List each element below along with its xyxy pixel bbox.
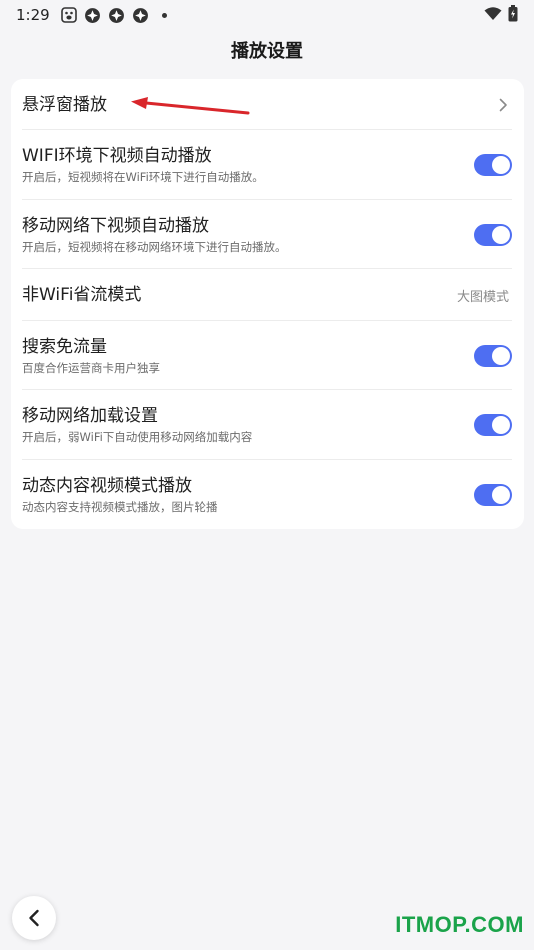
setting-row-mobile-loading: 移动网络加载设置 开启后，弱WiFi下自动使用移动网络加载内容 xyxy=(11,390,524,460)
screen: 1:29 播放设置 悬浮窗播放 WIFI环境下视频自动播放 开启后，短视频将在W… xyxy=(0,0,534,950)
setting-title: WIFI环境下视频自动播放 xyxy=(22,146,212,166)
dynamic-video-toggle[interactable] xyxy=(474,483,512,506)
toggle-knob xyxy=(492,225,510,244)
setting-subtitle: 开启后，短视频将在WiFi环境下进行自动播放。 xyxy=(22,170,264,184)
setting-title: 移动网络下视频自动播放 xyxy=(22,215,209,236)
app-icon xyxy=(84,6,102,24)
toggle-knob xyxy=(492,416,510,434)
toggle-knob xyxy=(492,156,510,174)
setting-title: 移动网络加载设置 xyxy=(22,406,158,426)
setting-row-data-saver[interactable]: 非WiFi省流模式 大图模式 xyxy=(11,269,524,321)
annotation-arrow-icon xyxy=(131,97,250,115)
toggle-knob xyxy=(492,346,510,365)
setting-title: 动态内容视频模式播放 xyxy=(22,475,192,496)
battery-icon xyxy=(508,5,518,26)
toggle-knob xyxy=(492,485,510,504)
chevron-right-icon xyxy=(496,98,510,112)
wifi-icon xyxy=(484,6,502,25)
search-free-data-toggle[interactable] xyxy=(474,344,512,367)
setting-row-mobile-autoplay: 移动网络下视频自动播放 开启后，短视频将在移动网络环境下进行自动播放。 xyxy=(11,200,524,269)
app-icon xyxy=(108,6,126,24)
setting-row-search-free-data: 搜索免流量 百度合作运营商卡用户独享 xyxy=(11,321,524,390)
settings-card: 悬浮窗播放 WIFI环境下视频自动播放 开启后，短视频将在WiFi环境下进行自动… xyxy=(11,79,524,529)
wifi-autoplay-toggle[interactable] xyxy=(474,154,512,176)
back-button[interactable] xyxy=(12,896,56,940)
setting-row-floating-window[interactable]: 悬浮窗播放 xyxy=(11,79,524,130)
setting-title: 搜索免流量 xyxy=(22,336,107,357)
watermark-text: ITMOP.COM xyxy=(395,912,524,937)
notification-dot-icon xyxy=(161,12,167,18)
baidu-paw-icon xyxy=(60,6,78,24)
setting-subtitle: 百度合作运营商卡用户独享 xyxy=(22,360,160,375)
setting-title: 悬浮窗播放 xyxy=(22,94,107,115)
setting-title: 非WiFi省流模式 xyxy=(22,285,142,305)
setting-subtitle: 开启后，弱WiFi下自动使用移动网络加载内容 xyxy=(22,430,253,444)
mobile-loading-toggle[interactable] xyxy=(474,414,512,436)
app-icon xyxy=(132,6,150,24)
mobile-autoplay-toggle[interactable] xyxy=(474,223,512,246)
setting-subtitle: 动态内容支持视频模式播放，图片轮播 xyxy=(22,499,218,514)
setting-value: 大图模式 xyxy=(456,289,509,305)
status-time: 1:29 xyxy=(16,6,50,24)
setting-subtitle: 开启后，短视频将在移动网络环境下进行自动播放。 xyxy=(22,239,287,254)
status-bar: 1:29 xyxy=(0,0,534,30)
page-title: 播放设置 xyxy=(231,41,303,62)
header: 播放设置 xyxy=(0,30,534,70)
setting-row-wifi-autoplay: WIFI环境下视频自动播放 开启后，短视频将在WiFi环境下进行自动播放。 xyxy=(11,130,524,200)
chevron-left-icon xyxy=(29,909,39,927)
setting-row-dynamic-video: 动态内容视频模式播放 动态内容支持视频模式播放，图片轮播 xyxy=(11,460,524,529)
